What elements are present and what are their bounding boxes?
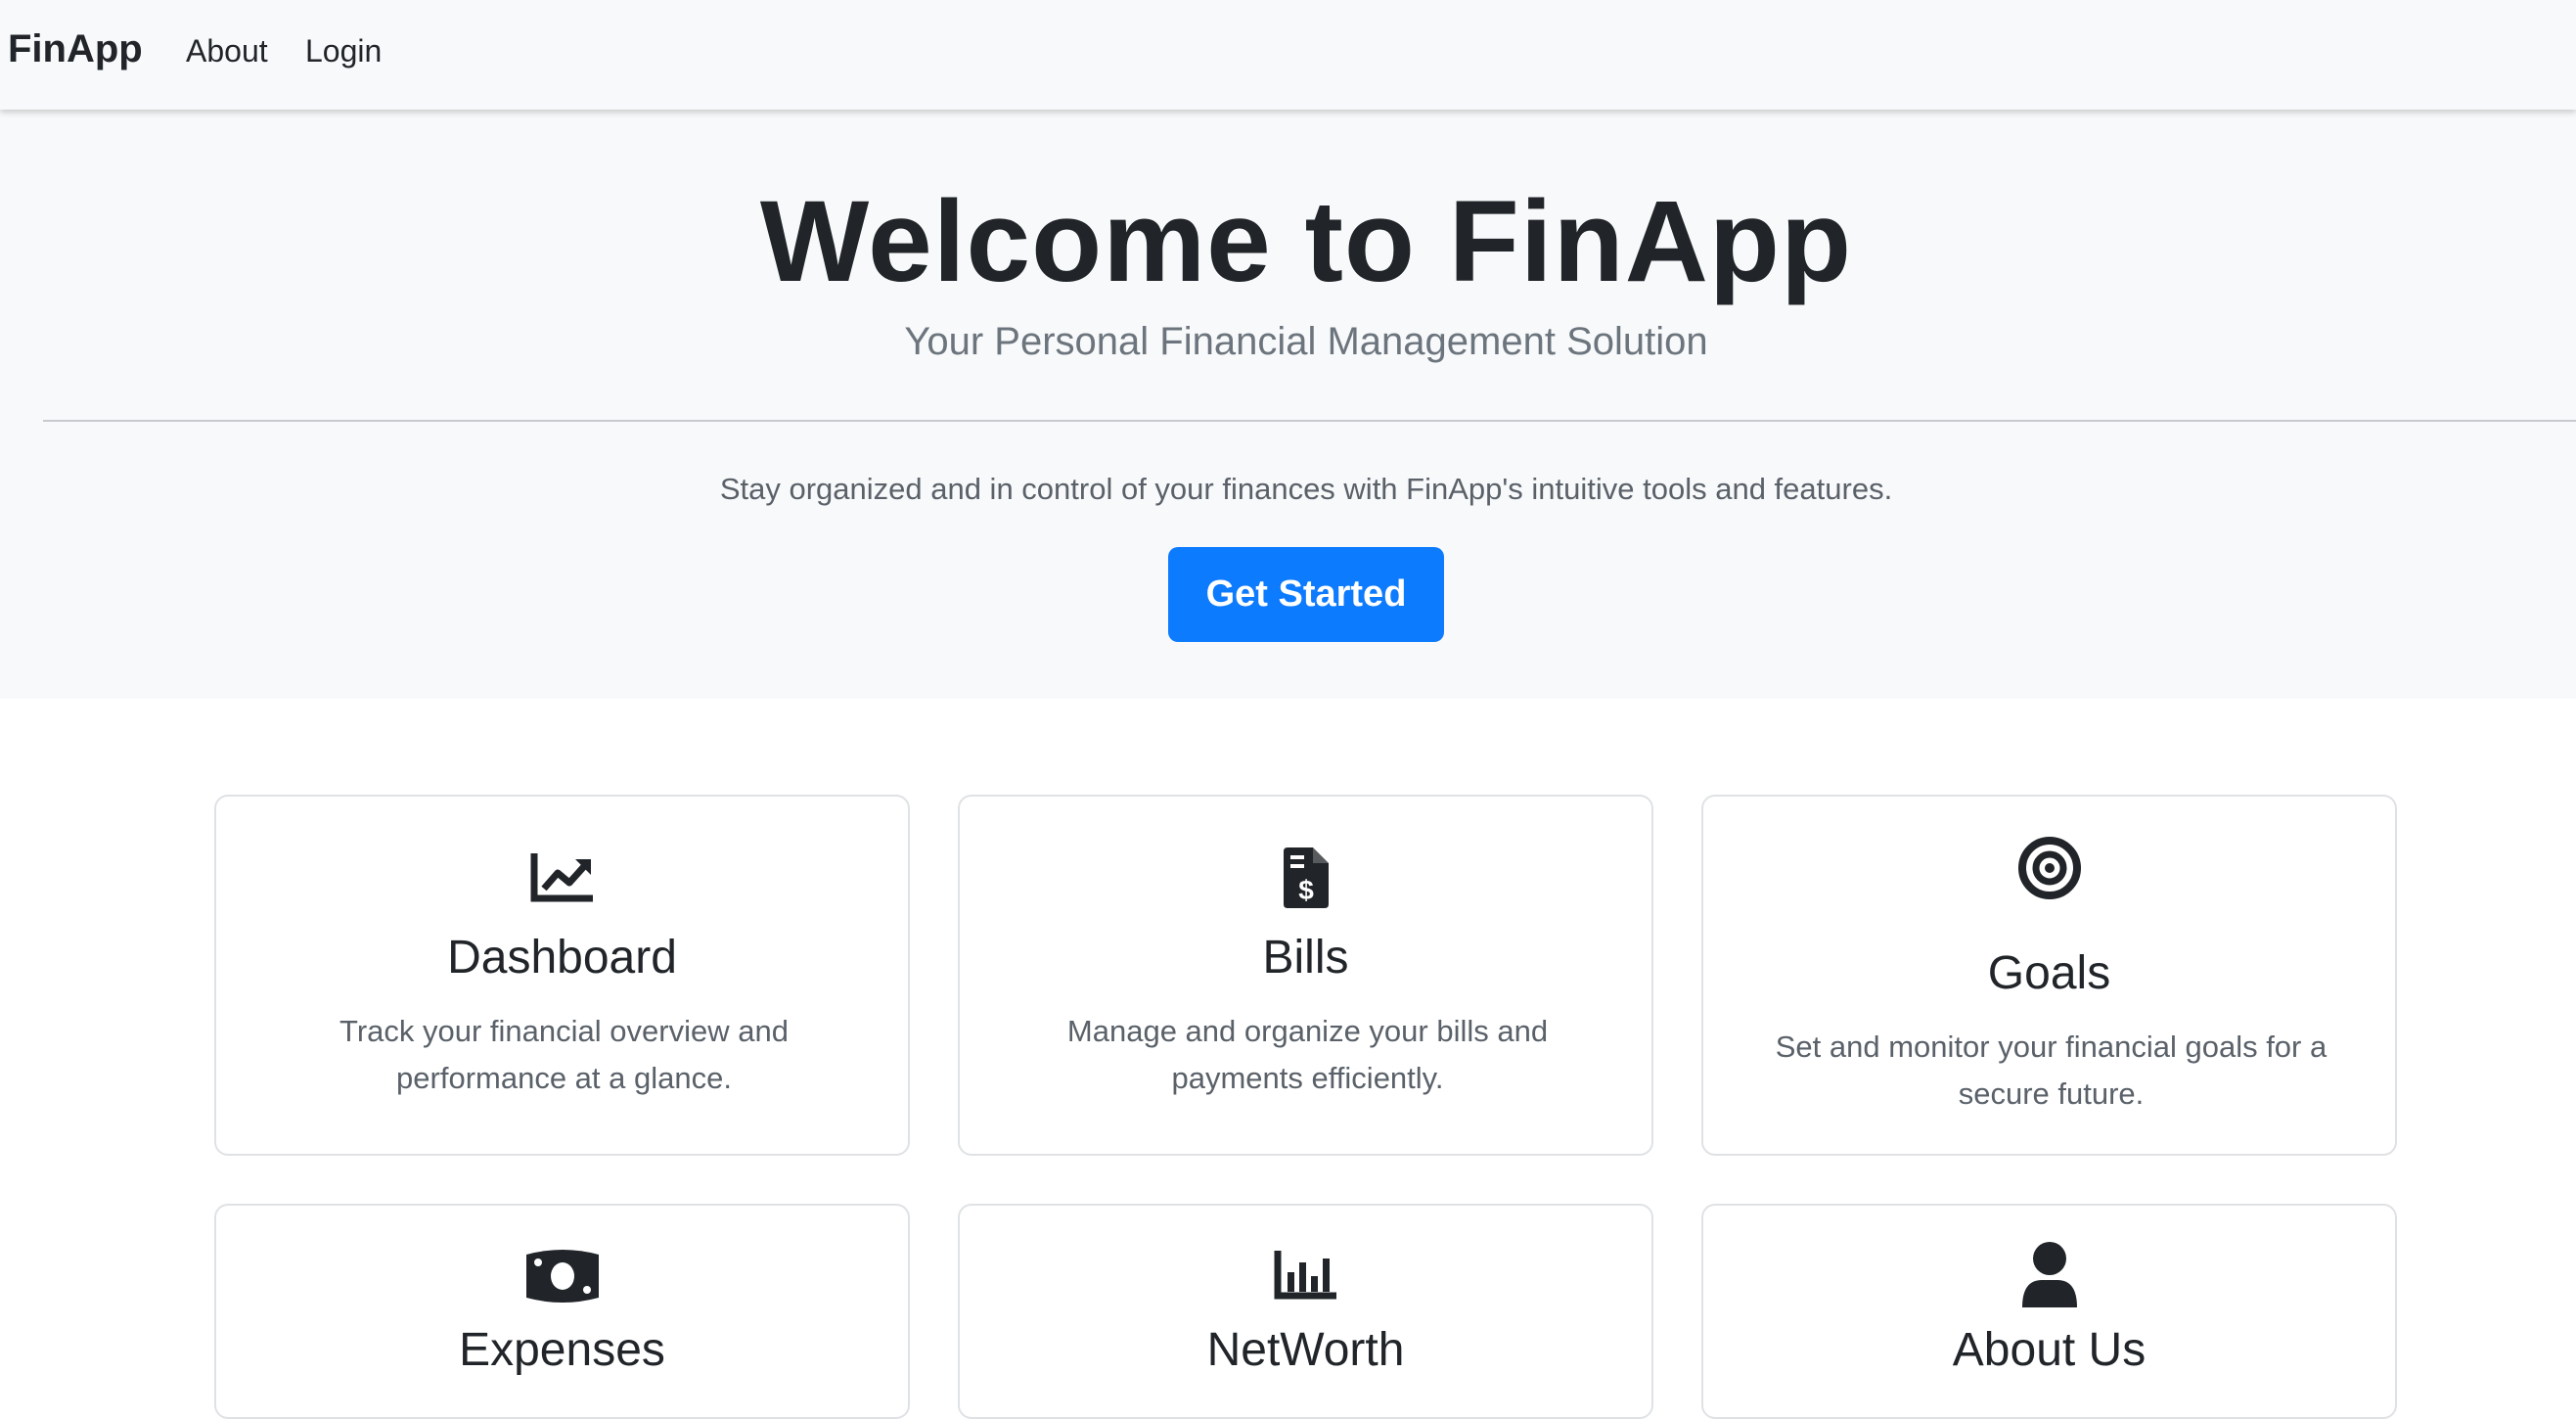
feature-card-dashboard[interactable]: Dashboard Track your financial overview … <box>214 795 910 1156</box>
money-bill-icon <box>216 1247 908 1305</box>
card-title-goals: Goals <box>1987 947 2111 999</box>
hero-title: Welcome to FinApp <box>759 177 1853 306</box>
brand-link[interactable]: FinApp <box>8 27 143 71</box>
card-title-dashboard: Dashboard <box>447 932 677 984</box>
bullseye-icon <box>1703 836 2395 900</box>
feature-card-about-us[interactable]: About Us <box>1701 1204 2397 1419</box>
card-title-expenses: Expenses <box>459 1324 665 1376</box>
svg-text:$: $ <box>1298 875 1314 905</box>
hero-section: Welcome to FinApp Your Personal Financia… <box>0 110 2576 699</box>
feature-card-expenses[interactable]: Expenses <box>214 1204 910 1419</box>
card-title-about-us: About Us <box>1952 1324 2147 1376</box>
card-text-bills: Manage and organize your bills and payme… <box>1066 1014 1549 1095</box>
feature-card-bills[interactable]: $ Bills Manage and organize your bills a… <box>958 795 1653 1156</box>
file-invoice-dollar-icon: $ <box>960 846 1651 910</box>
nav-link-about[interactable]: About <box>186 33 268 69</box>
card-title-bills: Bills <box>1262 932 1349 984</box>
navbar: FinApp About Login <box>0 0 2576 110</box>
bar-chart-icon <box>960 1249 1651 1302</box>
feature-card-networth[interactable]: NetWorth <box>958 1204 1653 1419</box>
hero-subtitle: Your Personal Financial Management Solut… <box>904 320 1708 363</box>
card-title-networth: NetWorth <box>1206 1324 1405 1376</box>
chart-line-icon <box>216 851 908 904</box>
user-icon <box>1703 1241 2395 1309</box>
card-text-dashboard: Track your financial overview and perfor… <box>339 1014 789 1095</box>
get-started-button[interactable]: Get Started <box>1168 547 1444 642</box>
feature-card-goals[interactable]: Goals Set and monitor your financial goa… <box>1701 795 2397 1156</box>
card-text-goals: Set and monitor your financial goals for… <box>1775 1030 2327 1111</box>
hero-divider <box>43 420 2576 422</box>
hero-description: Stay organized and in control of your fi… <box>719 472 1893 506</box>
nav-link-login[interactable]: Login <box>305 33 382 69</box>
